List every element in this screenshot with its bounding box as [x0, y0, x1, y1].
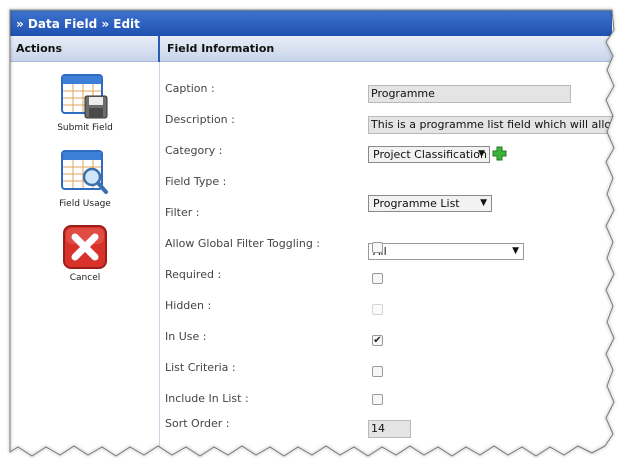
- torn-edge-overlay: [0, 0, 632, 475]
